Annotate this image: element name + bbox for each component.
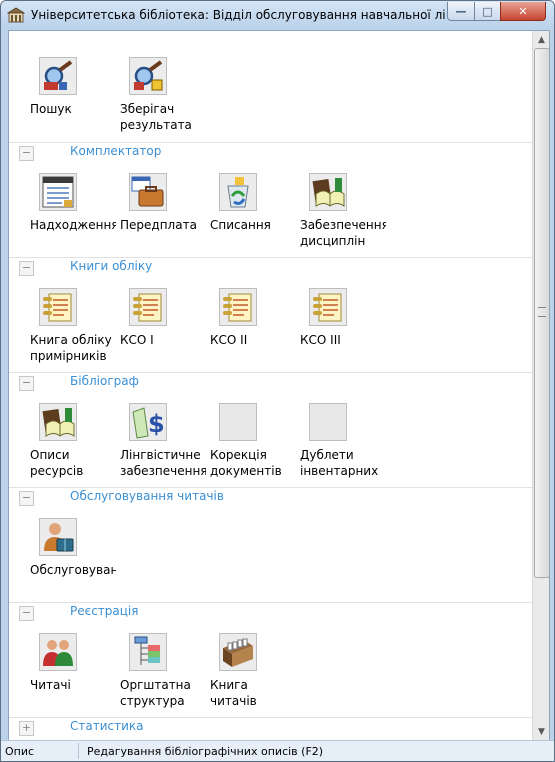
section-title[interactable]: Книги обліку	[70, 259, 152, 273]
launcher-item-label: Передплата	[120, 218, 197, 232]
section-title[interactable]: Обслуговування читачів	[70, 489, 224, 503]
org-structure-icon	[129, 633, 167, 671]
section-header: − Реєстрація	[9, 602, 532, 621]
ledger-icon	[39, 288, 77, 326]
scroll-up-icon[interactable]: ▲	[533, 31, 549, 48]
section-title[interactable]: Реєстрація	[70, 604, 138, 618]
readers-icon	[39, 633, 77, 671]
card-box-icon	[219, 633, 257, 671]
scrollbar-thumb[interactable]	[534, 48, 549, 578]
results-keeper-icon	[129, 57, 167, 95]
section-header: + Статистика	[9, 717, 532, 736]
close-button[interactable]: ✕	[500, 2, 546, 21]
blank-icon	[219, 403, 257, 441]
write-off-recycle-icon	[219, 173, 257, 211]
launcher-item[interactable]: КСО I	[120, 288, 210, 366]
library-building-icon	[7, 7, 25, 23]
status-mode: Опис	[5, 745, 35, 758]
scroll-down-icon[interactable]: ▼	[533, 723, 549, 740]
subscription-briefcase-icon	[129, 173, 167, 211]
launcher-item-label: Дублети інвентарних номерів	[300, 448, 379, 478]
collapse-icon[interactable]: −	[19, 261, 34, 276]
collapse-icon[interactable]: −	[19, 146, 34, 161]
books-icon	[39, 403, 77, 441]
reader-service-icon	[39, 518, 77, 556]
collapse-icon[interactable]: −	[19, 491, 34, 506]
launcher-item[interactable]: Надходження	[30, 173, 120, 251]
launcher-item[interactable]: Корекція документів	[210, 403, 300, 481]
launcher-item[interactable]: Обслуговування	[30, 518, 120, 596]
status-hint: Редагування бібліографічних описів (F2)	[87, 745, 324, 758]
section-header: − Бібліограф	[9, 372, 532, 391]
launcher-item[interactable]: Читачі	[30, 633, 120, 711]
launcher-item-label: Корекція документів	[210, 448, 282, 478]
launcher-item[interactable]: Передплата	[120, 173, 210, 251]
content-area: Пошук Зберігач результата − Комплектатор Над…	[8, 30, 550, 741]
launcher-item-label: Обслуговування	[30, 563, 116, 577]
launcher-item[interactable]: Списання	[210, 173, 300, 251]
launcher-item[interactable]: Пошук	[30, 57, 120, 135]
vertical-scrollbar[interactable]: ▲ ▼	[532, 31, 549, 740]
app-window: Університетська бібліотека: Відділ обслу…	[0, 0, 555, 762]
launcher-item-label: Списання	[210, 218, 271, 232]
launcher-item-label: Забезпечення дисциплін	[300, 218, 386, 248]
ledger-icon	[129, 288, 167, 326]
launcher-item-label: Зберігач результата	[120, 102, 192, 132]
launcher-item-label: КСО II	[210, 333, 248, 347]
launcher-item-label: Надходження	[30, 218, 116, 232]
collapse-icon[interactable]: −	[19, 606, 34, 621]
launcher-panel: Пошук Зберігач результата − Комплектатор Над…	[9, 31, 532, 740]
minimize-button[interactable]: —	[447, 2, 475, 21]
linguistic-dollar-icon: $	[129, 403, 167, 441]
launcher-item-label: Книга обліку примірників	[30, 333, 112, 363]
launcher-item[interactable]: КСО III	[300, 288, 390, 366]
expand-icon[interactable]: +	[19, 721, 34, 736]
launcher-item[interactable]: Книга обліку примірників	[30, 288, 120, 366]
launcher-item[interactable]: Оргштатна структура	[120, 633, 210, 711]
receipts-calendar-icon	[39, 173, 77, 211]
launcher-item[interactable]: Дублети інвентарних номерів	[300, 403, 390, 481]
launcher-item-label: Описи ресурсів	[30, 448, 84, 478]
launcher-item-label: Оргштатна структура	[120, 678, 191, 708]
blank-icon	[309, 403, 347, 441]
launcher-item-label: КСО I	[120, 333, 154, 347]
svg-text:$: $	[148, 410, 165, 438]
ledger-icon	[219, 288, 257, 326]
books-icon	[309, 173, 347, 211]
launcher-item-label: Пошук	[30, 102, 72, 116]
ledger-icon	[309, 288, 347, 326]
launcher-item[interactable]: $ Лінгвістичне забезпечення	[120, 403, 210, 481]
launcher-item[interactable]: Зберігач результата	[120, 57, 210, 135]
section-header: − Обслуговування читачів	[9, 487, 532, 506]
window-title: Університетська бібліотека: Відділ обслу…	[31, 8, 446, 22]
section-title[interactable]: Бібліограф	[70, 374, 139, 388]
section-title[interactable]: Статистика	[70, 719, 144, 733]
section-title[interactable]: Комплектатор	[70, 144, 161, 158]
launcher-item[interactable]: Описи ресурсів	[30, 403, 120, 481]
status-bar: Опис Редагування бібліографічних описів …	[1, 740, 554, 761]
collapse-icon[interactable]: −	[19, 376, 34, 391]
search-magnifier-icon	[39, 57, 77, 95]
launcher-item-label: КСО III	[300, 333, 341, 347]
launcher-item-label: Книга читачів	[210, 678, 257, 708]
launcher-item-label: Лінгвістичне забезпечення	[120, 448, 206, 478]
launcher-item-label: Читачі	[30, 678, 71, 692]
title-bar[interactable]: Університетська бібліотека: Відділ обслу…	[1, 1, 554, 29]
launcher-item[interactable]: Книга читачів	[210, 633, 300, 711]
launcher-item[interactable]: Забезпечення дисциплін	[300, 173, 390, 251]
section-header: − Комплектатор	[9, 142, 532, 161]
section-header: − Книги обліку	[9, 257, 532, 276]
launcher-item[interactable]: КСО II	[210, 288, 300, 366]
maximize-button[interactable]: □	[474, 2, 501, 21]
